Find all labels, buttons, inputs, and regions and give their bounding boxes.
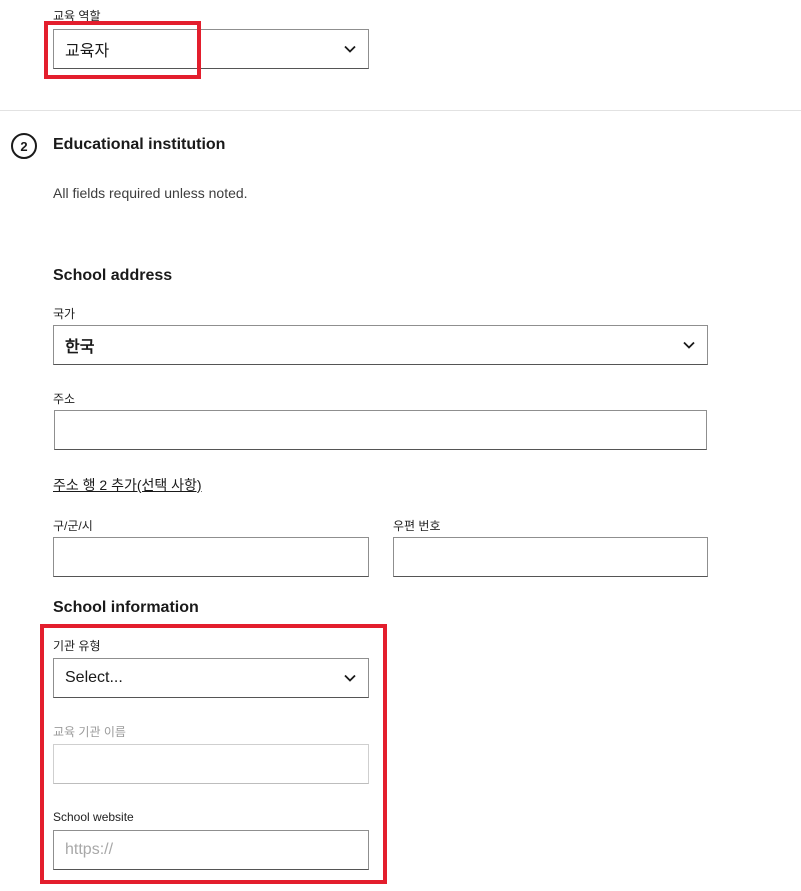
school-information-heading: School information [53, 599, 199, 616]
education-role-select[interactable]: 교육자 [53, 29, 369, 69]
institution-name-label: 교육 기관 이름 [53, 725, 126, 739]
education-role-label: 교육 역할 [53, 9, 101, 23]
city-input[interactable] [53, 537, 369, 577]
school-website-label: School website [53, 810, 134, 824]
section-divider [0, 110, 801, 111]
country-value: 한국 [65, 339, 95, 356]
chevron-down-icon [344, 674, 356, 682]
postal-code-input[interactable] [393, 537, 708, 577]
chevron-down-icon [344, 45, 356, 53]
address-input[interactable] [54, 410, 707, 450]
postal-code-label: 우편 번호 [393, 519, 441, 533]
school-website-input[interactable]: https:// [53, 830, 369, 870]
education-role-value: 교육자 [65, 43, 110, 60]
address-label: 주소 [53, 392, 76, 406]
section-title: Educational institution [53, 136, 226, 153]
country-select[interactable]: 한국 [53, 325, 708, 365]
institution-type-value: Select... [65, 669, 123, 686]
step-number-badge: 2 [11, 133, 37, 159]
city-label: 구/군/시 [53, 519, 93, 533]
school-address-heading: School address [53, 267, 173, 284]
country-label: 국가 [53, 307, 76, 321]
institution-type-select[interactable]: Select... [53, 658, 369, 698]
chevron-down-icon [683, 341, 695, 349]
school-website-placeholder: https:// [65, 841, 114, 858]
add-address-line-2-link[interactable]: 주소 행 2 추가(선택 사항) [53, 475, 202, 495]
institution-type-label: 기관 유형 [53, 639, 101, 653]
institution-name-input[interactable] [53, 744, 369, 784]
required-fields-note: All fields required unless noted. [53, 185, 248, 201]
